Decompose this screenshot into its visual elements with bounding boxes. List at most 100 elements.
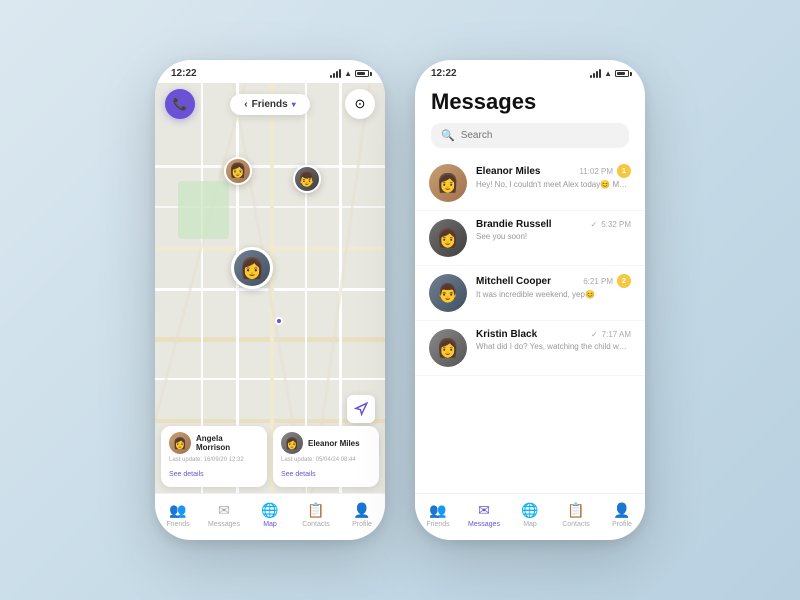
nav-friends-label-2: Friends bbox=[426, 521, 449, 528]
map-pin-1[interactable]: 👩 bbox=[224, 157, 252, 185]
nav-friends-2[interactable]: 👥 Friends bbox=[415, 502, 461, 528]
chevron-down-icon: ▾ bbox=[292, 100, 296, 109]
phone-messages: 12:22 ▲ Messages 🔍 bbox=[415, 60, 645, 540]
message-item-4[interactable]: 👩 Kristin Black ✓ 7:17 AM What did I do?… bbox=[415, 321, 645, 376]
message-body-4: Kristin Black ✓ 7:17 AM What did I do? Y… bbox=[476, 329, 631, 351]
search-bar[interactable]: 🔍 bbox=[431, 123, 629, 148]
nav-map[interactable]: 🌐 Map bbox=[247, 502, 293, 528]
battery-icon-2 bbox=[615, 70, 629, 77]
map-pin-3[interactable]: 👩 bbox=[231, 247, 273, 289]
search-icon: 🔍 bbox=[441, 129, 455, 142]
loc-card-2-name: Eleanor Miles bbox=[308, 439, 360, 448]
map-pin-2[interactable]: 👦 bbox=[293, 165, 321, 193]
message-body-1: Eleanor Miles 11:02 PM 1 Hey! No, I coul… bbox=[476, 164, 631, 189]
nav-friends-label: Friends bbox=[166, 521, 189, 528]
msg-badge-3: 2 bbox=[617, 274, 631, 288]
msg-time-row-2: ✓ 5:32 PM bbox=[591, 220, 632, 229]
status-icons-messages: ▲ bbox=[590, 69, 629, 78]
avatar-1: 👩 bbox=[429, 164, 467, 202]
message-list: 👩 Eleanor Miles 11:02 PM 1 Hey! No, I co… bbox=[415, 156, 645, 493]
time-messages: 12:22 bbox=[431, 68, 457, 79]
signal-icon bbox=[330, 69, 341, 78]
friends-pill[interactable]: ‹ Friends ▾ bbox=[230, 94, 309, 115]
nav-friends[interactable]: 👥 Friends bbox=[155, 502, 201, 528]
bottom-nav-messages: 👥 Friends ✉ Messages 🌐 Map 📋 Contacts 👤 … bbox=[415, 493, 645, 540]
battery-icon bbox=[355, 70, 369, 77]
search-input[interactable] bbox=[461, 130, 619, 141]
msg-time-row-3: 6:21 PM 2 bbox=[583, 274, 631, 288]
bottom-nav-map: 👥 Friends ✉ Messages 🌐 Map 📋 Contacts 👤 … bbox=[155, 493, 385, 540]
msg-preview-2: See you soon! bbox=[476, 232, 631, 241]
loc-card-2-time: Last update: 05/04/24 08:44 bbox=[281, 457, 371, 463]
msg-name-2: Brandie Russell bbox=[476, 219, 552, 230]
avatar-2: 👩 bbox=[429, 219, 467, 257]
messages-content: Messages 🔍 👩 Eleanor Miles 11:02 PM 1 bbox=[415, 83, 645, 493]
current-location-dot bbox=[275, 317, 283, 325]
nav-map-2[interactable]: 🌐 Map bbox=[507, 502, 553, 528]
msg-name-1: Eleanor Miles bbox=[476, 166, 540, 177]
message-body-2: Brandie Russell ✓ 5:32 PM See you soon! bbox=[476, 219, 631, 241]
check-icon-4: ✓ bbox=[591, 330, 598, 339]
wifi-icon: ▲ bbox=[344, 69, 352, 78]
nav-contacts-2[interactable]: 📋 Contacts bbox=[553, 502, 599, 528]
message-item-3[interactable]: 👨 Mitchell Cooper 6:21 PM 2 It was incre… bbox=[415, 266, 645, 321]
page-title: Messages bbox=[431, 89, 629, 115]
msg-preview-1: Hey! No, I couldn't meet Alex today😊 May… bbox=[476, 180, 631, 189]
map-header: 📞 ‹ Friends ▾ ⊙ bbox=[155, 83, 385, 125]
nav-messages[interactable]: ✉ Messages bbox=[201, 502, 247, 528]
map-background: 👩 👦 👩 + 👩 Angela bbox=[155, 83, 385, 493]
msg-time-2: 5:32 PM bbox=[601, 220, 631, 229]
avatar-4: 👩 bbox=[429, 329, 467, 367]
nav-messages-label-2: Messages bbox=[468, 521, 500, 528]
msg-time-1: 11:02 PM bbox=[579, 167, 613, 176]
msg-preview-4: What did I do? Yes, watching the child w… bbox=[476, 342, 631, 351]
location-cards: 👩 Angela Morrison Last update: 16/09/20 … bbox=[155, 420, 385, 493]
msg-time-4: 7:17 AM bbox=[602, 330, 631, 339]
msg-preview-3: It was incredible weekend, yep😊 bbox=[476, 290, 631, 299]
nav-map-label-2: Map bbox=[523, 521, 537, 528]
nav-map-label: Map bbox=[263, 521, 277, 528]
message-item-2[interactable]: 👩 Brandie Russell ✓ 5:32 PM See you soon… bbox=[415, 211, 645, 266]
nav-profile-label: Profile bbox=[352, 521, 372, 528]
map-nav-icon-2: 🌐 bbox=[521, 502, 538, 519]
profile-nav-icon-2: 👤 bbox=[613, 502, 630, 519]
contacts-nav-icon-2: 📋 bbox=[567, 502, 584, 519]
location-fab[interactable] bbox=[347, 395, 375, 423]
nav-messages-2[interactable]: ✉ Messages bbox=[461, 502, 507, 528]
loc-card-2-details[interactable]: See details bbox=[281, 471, 316, 478]
message-item-1[interactable]: 👩 Eleanor Miles 11:02 PM 1 Hey! No, I co… bbox=[415, 156, 645, 211]
messages-header: Messages 🔍 bbox=[415, 83, 645, 156]
loc-card-1-time: Last update: 16/09/20 12:32 bbox=[169, 457, 259, 463]
msg-time-row-1: 11:02 PM 1 bbox=[579, 164, 631, 178]
nav-contacts-label: Contacts bbox=[302, 521, 330, 528]
nav-profile-label-2: Profile bbox=[612, 521, 632, 528]
location-card-1[interactable]: 👩 Angela Morrison Last update: 16/09/20 … bbox=[161, 426, 267, 487]
status-bar-messages: 12:22 ▲ bbox=[415, 60, 645, 83]
wifi-icon-2: ▲ bbox=[604, 69, 612, 78]
msg-time-3: 6:21 PM bbox=[583, 277, 613, 286]
nav-contacts[interactable]: 📋 Contacts bbox=[293, 502, 339, 528]
msg-badge-1: 1 bbox=[617, 164, 631, 178]
contacts-nav-icon: 📋 bbox=[307, 502, 324, 519]
chevron-left-icon: ‹ bbox=[244, 99, 247, 110]
nav-messages-label: Messages bbox=[208, 521, 240, 528]
msg-name-4: Kristin Black bbox=[476, 329, 537, 340]
location-card-2[interactable]: 👩 Eleanor Miles Last update: 05/04/24 08… bbox=[273, 426, 379, 487]
friends-nav-icon-2: 👥 bbox=[429, 502, 446, 519]
status-bar-map: 12:22 ▲ bbox=[155, 60, 385, 83]
check-icon-2: ✓ bbox=[591, 220, 598, 229]
time-map: 12:22 bbox=[171, 68, 197, 79]
status-icons-map: ▲ bbox=[330, 69, 369, 78]
map-content: 📞 ‹ Friends ▾ ⊙ bbox=[155, 83, 385, 493]
map-nav-icon: 🌐 bbox=[261, 502, 278, 519]
friends-nav-icon: 👥 bbox=[169, 502, 186, 519]
settings-button[interactable]: ⊙ bbox=[345, 89, 375, 119]
call-button[interactable]: 📞 bbox=[165, 89, 195, 119]
phone-map: 12:22 ▲ 📞 ‹ Friends ▾ ⊙ bbox=[155, 60, 385, 540]
nav-profile[interactable]: 👤 Profile bbox=[339, 502, 385, 528]
messages-nav-icon: ✉ bbox=[218, 502, 230, 519]
msg-time-row-4: ✓ 7:17 AM bbox=[591, 330, 631, 339]
loc-card-1-details[interactable]: See details bbox=[169, 471, 204, 478]
friends-label: Friends bbox=[252, 99, 288, 110]
nav-profile-2[interactable]: 👤 Profile bbox=[599, 502, 645, 528]
